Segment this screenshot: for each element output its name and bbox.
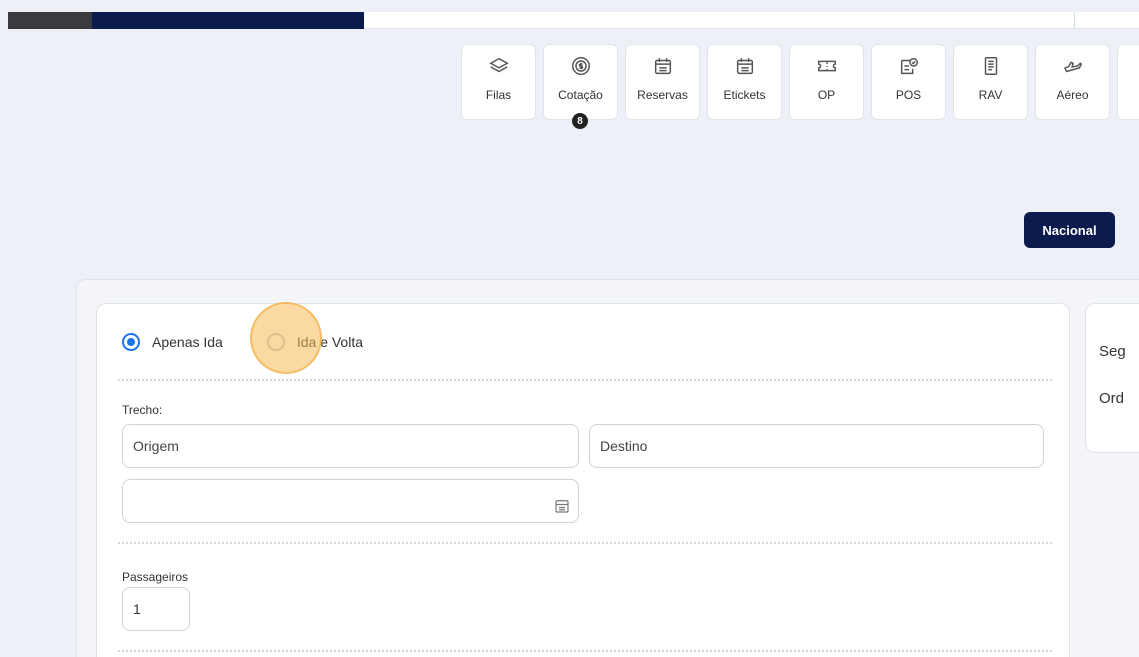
radio-ida-e-volta[interactable]: Ida e Volta (266, 333, 364, 351)
toolbar-button-cotacao[interactable]: Cotação 8 (543, 44, 618, 129)
ticket-icon (816, 55, 838, 82)
divider (118, 650, 1052, 652)
divider (118, 379, 1052, 381)
dollar-coin-icon (570, 55, 592, 82)
side-option-2[interactable]: Ord (1099, 390, 1124, 407)
airplane-icon (1062, 55, 1084, 82)
toolbar-button-filas[interactable]: Filas (461, 44, 536, 120)
side-option-1[interactable]: Seg (1099, 343, 1126, 360)
origin-input[interactable] (122, 424, 579, 468)
top-nav-segment-active[interactable] (92, 12, 364, 29)
notification-badge: 8 (572, 113, 588, 129)
toolbar-button-op[interactable]: OP (789, 44, 864, 120)
trip-type-radio-group: Apenas Ida Ida e Volta (122, 333, 363, 351)
radio-label: Ida e Volta (296, 334, 364, 350)
calendar-icon[interactable] (553, 497, 571, 515)
document-icon (980, 55, 1002, 82)
nacional-button[interactable]: Nacional (1024, 212, 1115, 248)
passengers-input[interactable] (122, 587, 190, 631)
top-nav-segment-dark[interactable] (8, 12, 92, 29)
toolbar-button-rav[interactable]: RAV (953, 44, 1028, 120)
top-nav-bar (8, 12, 1139, 29)
pos-icon (898, 55, 920, 82)
calendar-icon (652, 55, 674, 82)
toolbar-label: Filas (485, 88, 512, 102)
module-toolbar: Filas Cotação 8 Reservas Etickets OP POS (461, 44, 1139, 129)
date-input[interactable] (122, 479, 579, 523)
toolbar-label: Cotação (558, 88, 603, 102)
radio-label: Apenas Ida (152, 334, 223, 350)
calendar-icon (734, 55, 756, 82)
top-nav-divider (1074, 12, 1075, 29)
toolbar-button-hotel[interactable]: Ho (1117, 44, 1139, 120)
toolbar-button-aereo[interactable]: Aéreo (1035, 44, 1110, 120)
toolbar-button-etickets[interactable]: Etickets (707, 44, 782, 120)
passengers-label: Passageiros (122, 570, 189, 584)
toolbar-button-pos[interactable]: POS (871, 44, 946, 120)
divider (118, 542, 1052, 544)
radio-circle[interactable] (266, 333, 285, 351)
toolbar-label: OP (817, 88, 836, 102)
side-options-card: Seg Ord (1085, 303, 1139, 453)
radio-circle-selected[interactable] (122, 333, 140, 351)
toolbar-button-reservas[interactable]: Reservas (625, 44, 700, 120)
toolbar-label: POS (895, 88, 922, 102)
toolbar-label: Aéreo (1056, 88, 1089, 102)
toolbar-label: Etickets (723, 88, 766, 102)
destination-input[interactable] (589, 424, 1044, 468)
radio-apenas-ida[interactable]: Apenas Ida (122, 333, 223, 351)
toolbar-label: Reservas (637, 88, 688, 102)
trecho-label: Trecho: (122, 403, 163, 417)
toolbar-label: RAV (978, 88, 1003, 102)
layers-icon (488, 55, 510, 82)
